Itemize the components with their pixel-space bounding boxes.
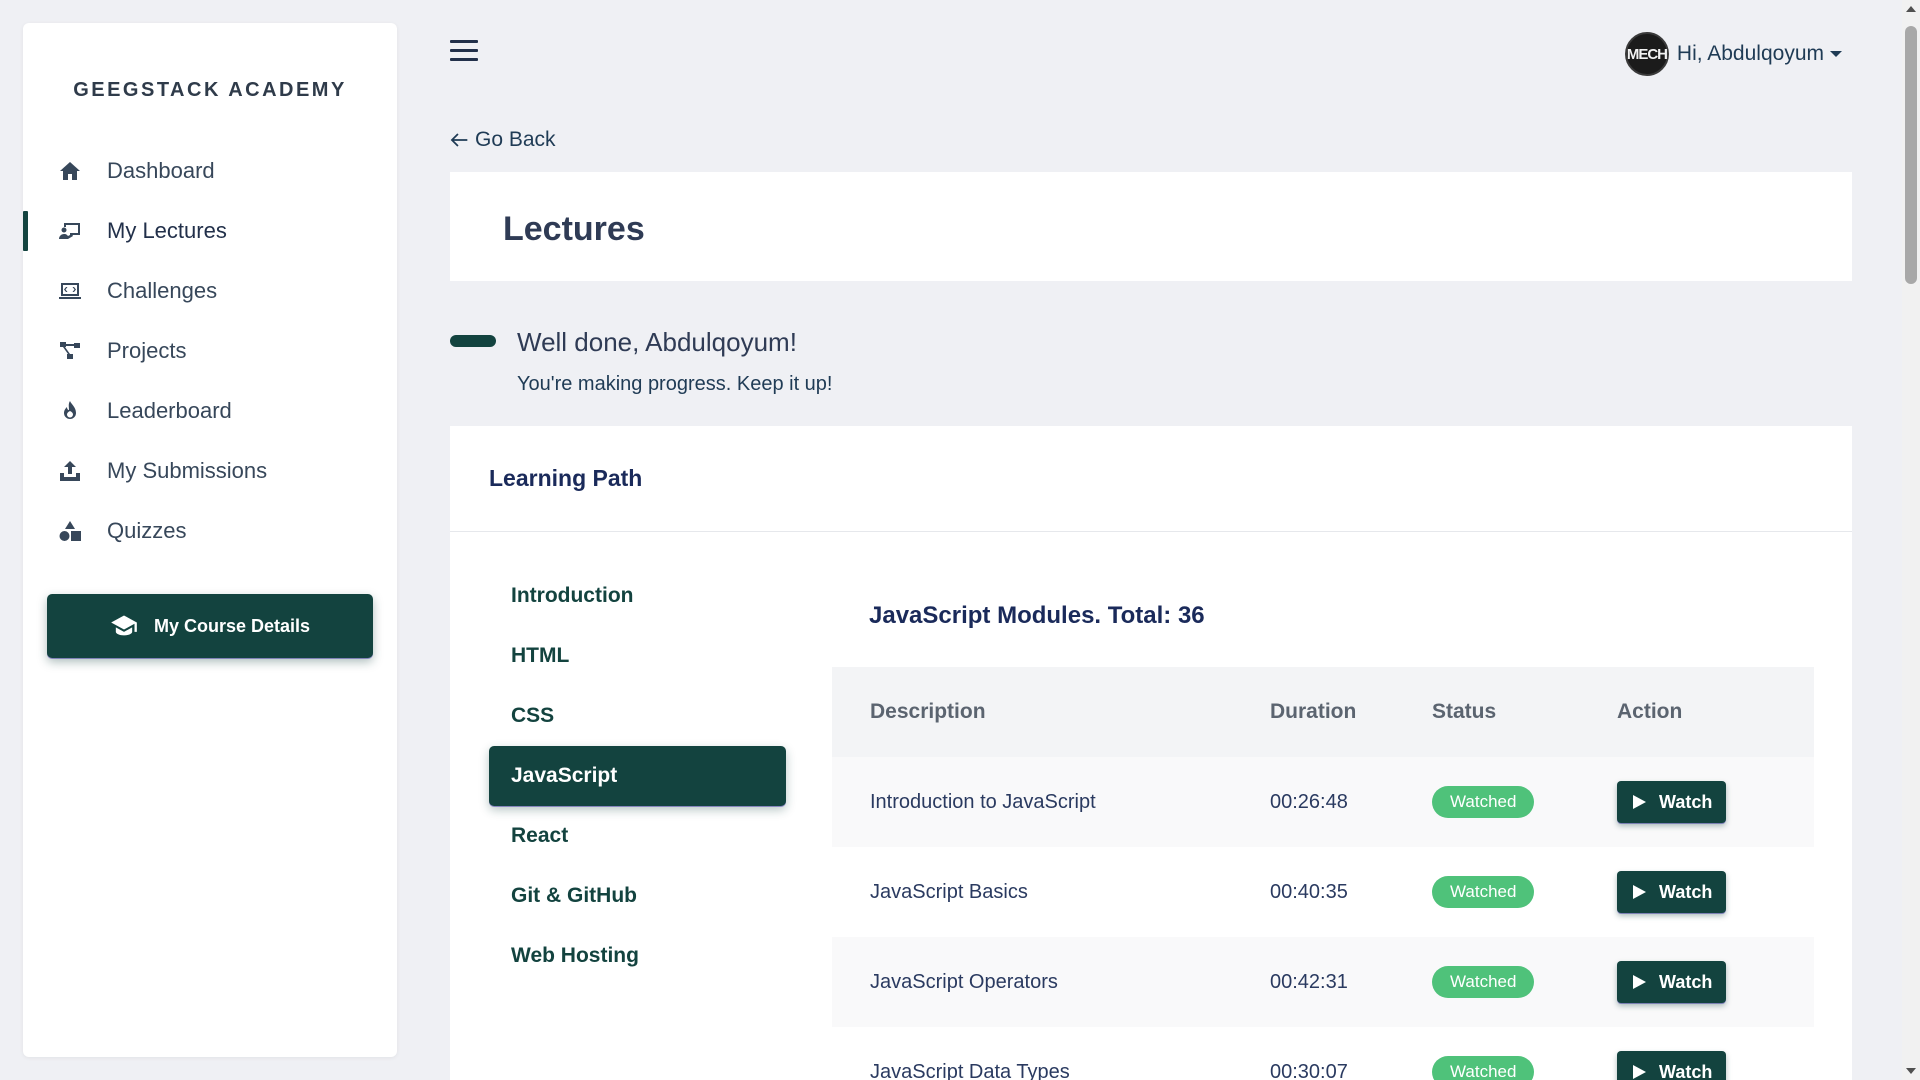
page-scrollbar[interactable] xyxy=(1902,0,1920,1080)
scroll-down-icon[interactable] xyxy=(1906,1068,1916,1074)
play-icon xyxy=(1633,795,1646,809)
watch-label: Watch xyxy=(1659,971,1713,992)
watch-button[interactable]: Watch xyxy=(1617,961,1727,1003)
learning-path-card: Learning Path Introduction HTML CSS Java… xyxy=(450,426,1852,1080)
arrow-left-icon xyxy=(450,133,468,147)
go-back-link[interactable]: Go Back xyxy=(449,128,556,152)
status-badge: Watched xyxy=(1432,786,1535,818)
play-icon xyxy=(1633,885,1646,899)
table-row: JavaScript Data Types 00:30:07 Watched W… xyxy=(832,1027,1814,1080)
tab-git-github[interactable]: Git & GitHub xyxy=(489,866,786,926)
learning-path-title: Learning Path xyxy=(450,426,1852,532)
tab-css[interactable]: CSS xyxy=(489,686,786,746)
column-header-duration: Duration xyxy=(1270,700,1357,723)
shapes-icon xyxy=(57,518,83,544)
sidebar-item-my-submissions[interactable]: My Submissions xyxy=(23,441,397,501)
scrollbar-thumb[interactable] xyxy=(1905,26,1917,284)
module-duration: 00:40:35 xyxy=(1270,880,1348,903)
user-menu[interactable]: MECH Hi, Abdulqoyum xyxy=(1624,32,1842,76)
graduation-cap-icon xyxy=(111,615,137,636)
lectures-icon xyxy=(57,218,83,244)
tab-html[interactable]: HTML xyxy=(489,626,786,686)
module-description: JavaScript Basics xyxy=(870,880,1028,903)
status-badge: Watched xyxy=(1432,1056,1535,1080)
projects-icon xyxy=(57,338,83,364)
table-row: JavaScript Basics 00:40:35 Watched Watch xyxy=(832,847,1814,937)
watch-label: Watch xyxy=(1659,791,1713,812)
home-icon xyxy=(57,158,83,184)
sidebar-item-label: Challenges xyxy=(107,278,218,303)
menu-toggle-icon[interactable] xyxy=(450,40,478,64)
status-badge: Watched xyxy=(1432,966,1535,998)
tab-react[interactable]: React xyxy=(489,806,786,866)
page-title: Lectures xyxy=(503,210,645,248)
tab-introduction[interactable]: Introduction xyxy=(489,566,786,626)
watch-label: Watch xyxy=(1659,881,1713,902)
column-header-action: Action xyxy=(1617,700,1683,723)
status-badge: Watched xyxy=(1432,876,1535,908)
sidebar-item-dashboard[interactable]: Dashboard xyxy=(23,141,397,201)
sidebar-item-label: Leaderboard xyxy=(107,398,232,423)
watch-button[interactable]: Watch xyxy=(1617,871,1727,913)
table-row: JavaScript Operators 00:42:31 Watched Wa… xyxy=(832,937,1814,1027)
play-icon xyxy=(1633,975,1646,989)
watch-label: Watch xyxy=(1659,1061,1713,1080)
watch-button[interactable]: Watch xyxy=(1617,1051,1727,1080)
tab-javascript[interactable]: JavaScript xyxy=(489,746,786,806)
sidebar-item-label: Projects xyxy=(107,338,187,363)
tab-web-hosting[interactable]: Web Hosting xyxy=(489,926,786,986)
my-course-details-label: My Course Details xyxy=(153,615,311,636)
scroll-up-icon[interactable] xyxy=(1906,6,1916,12)
sidebar-item-label: Quizzes xyxy=(107,518,187,543)
fire-icon xyxy=(57,398,83,424)
user-greeting: Hi, Abdulqoyum xyxy=(1676,42,1824,65)
sidebar-item-quizzes[interactable]: Quizzes xyxy=(23,501,397,561)
progress-message: You're making progress. Keep it up! xyxy=(517,373,833,395)
learning-path-tabs: Introduction HTML CSS JavaScript React G… xyxy=(489,566,786,986)
module-duration: 00:42:31 xyxy=(1270,970,1348,993)
page-title-card: Lectures xyxy=(450,172,1852,281)
table-header: Description Duration Status Action xyxy=(832,667,1814,757)
progress-indicator xyxy=(450,335,496,347)
sidebar-item-challenges[interactable]: Challenges xyxy=(23,261,397,321)
sidebar-item-label: My Lectures xyxy=(107,218,227,243)
go-back-label: Go Back xyxy=(475,128,556,151)
my-course-details-button[interactable]: My Course Details xyxy=(47,594,373,658)
module-description: Introduction to JavaScript xyxy=(870,790,1096,813)
sidebar-item-projects[interactable]: Projects xyxy=(23,321,397,381)
table-row: Introduction to JavaScript 00:26:48 Watc… xyxy=(832,757,1814,847)
modules-title: JavaScript Modules. Total: 36 xyxy=(869,602,1205,629)
sidebar-nav: Dashboard My Lectures Challenges Project… xyxy=(23,141,397,561)
modules-table: Description Duration Status Action Intro… xyxy=(832,667,1814,1080)
column-header-description: Description xyxy=(870,700,986,723)
module-duration: 00:26:48 xyxy=(1270,790,1348,813)
brand-logo-text[interactable]: GEEGSTACK ACADEMY xyxy=(23,79,397,102)
column-header-status: Status xyxy=(1432,700,1497,723)
module-description: JavaScript Data Types xyxy=(870,1060,1070,1080)
module-duration: 00:30:07 xyxy=(1270,1060,1348,1080)
module-description: JavaScript Operators xyxy=(870,970,1058,993)
watch-button[interactable]: Watch xyxy=(1617,781,1727,823)
sidebar-item-label: Dashboard xyxy=(107,158,215,183)
sidebar-item-my-lectures[interactable]: My Lectures xyxy=(23,201,397,261)
progress-headline: Well done, Abdulqoyum! xyxy=(517,327,797,357)
sidebar-item-leaderboard[interactable]: Leaderboard xyxy=(23,381,397,441)
play-icon xyxy=(1633,1065,1646,1079)
avatar: MECH xyxy=(1624,32,1669,76)
chevron-down-icon xyxy=(1830,51,1842,57)
challenges-icon xyxy=(57,278,83,304)
upload-icon xyxy=(57,458,83,484)
sidebar-item-label: My Submissions xyxy=(107,458,268,483)
sidebar: GEEGSTACK ACADEMY Dashboard My Lectures … xyxy=(23,23,397,1057)
